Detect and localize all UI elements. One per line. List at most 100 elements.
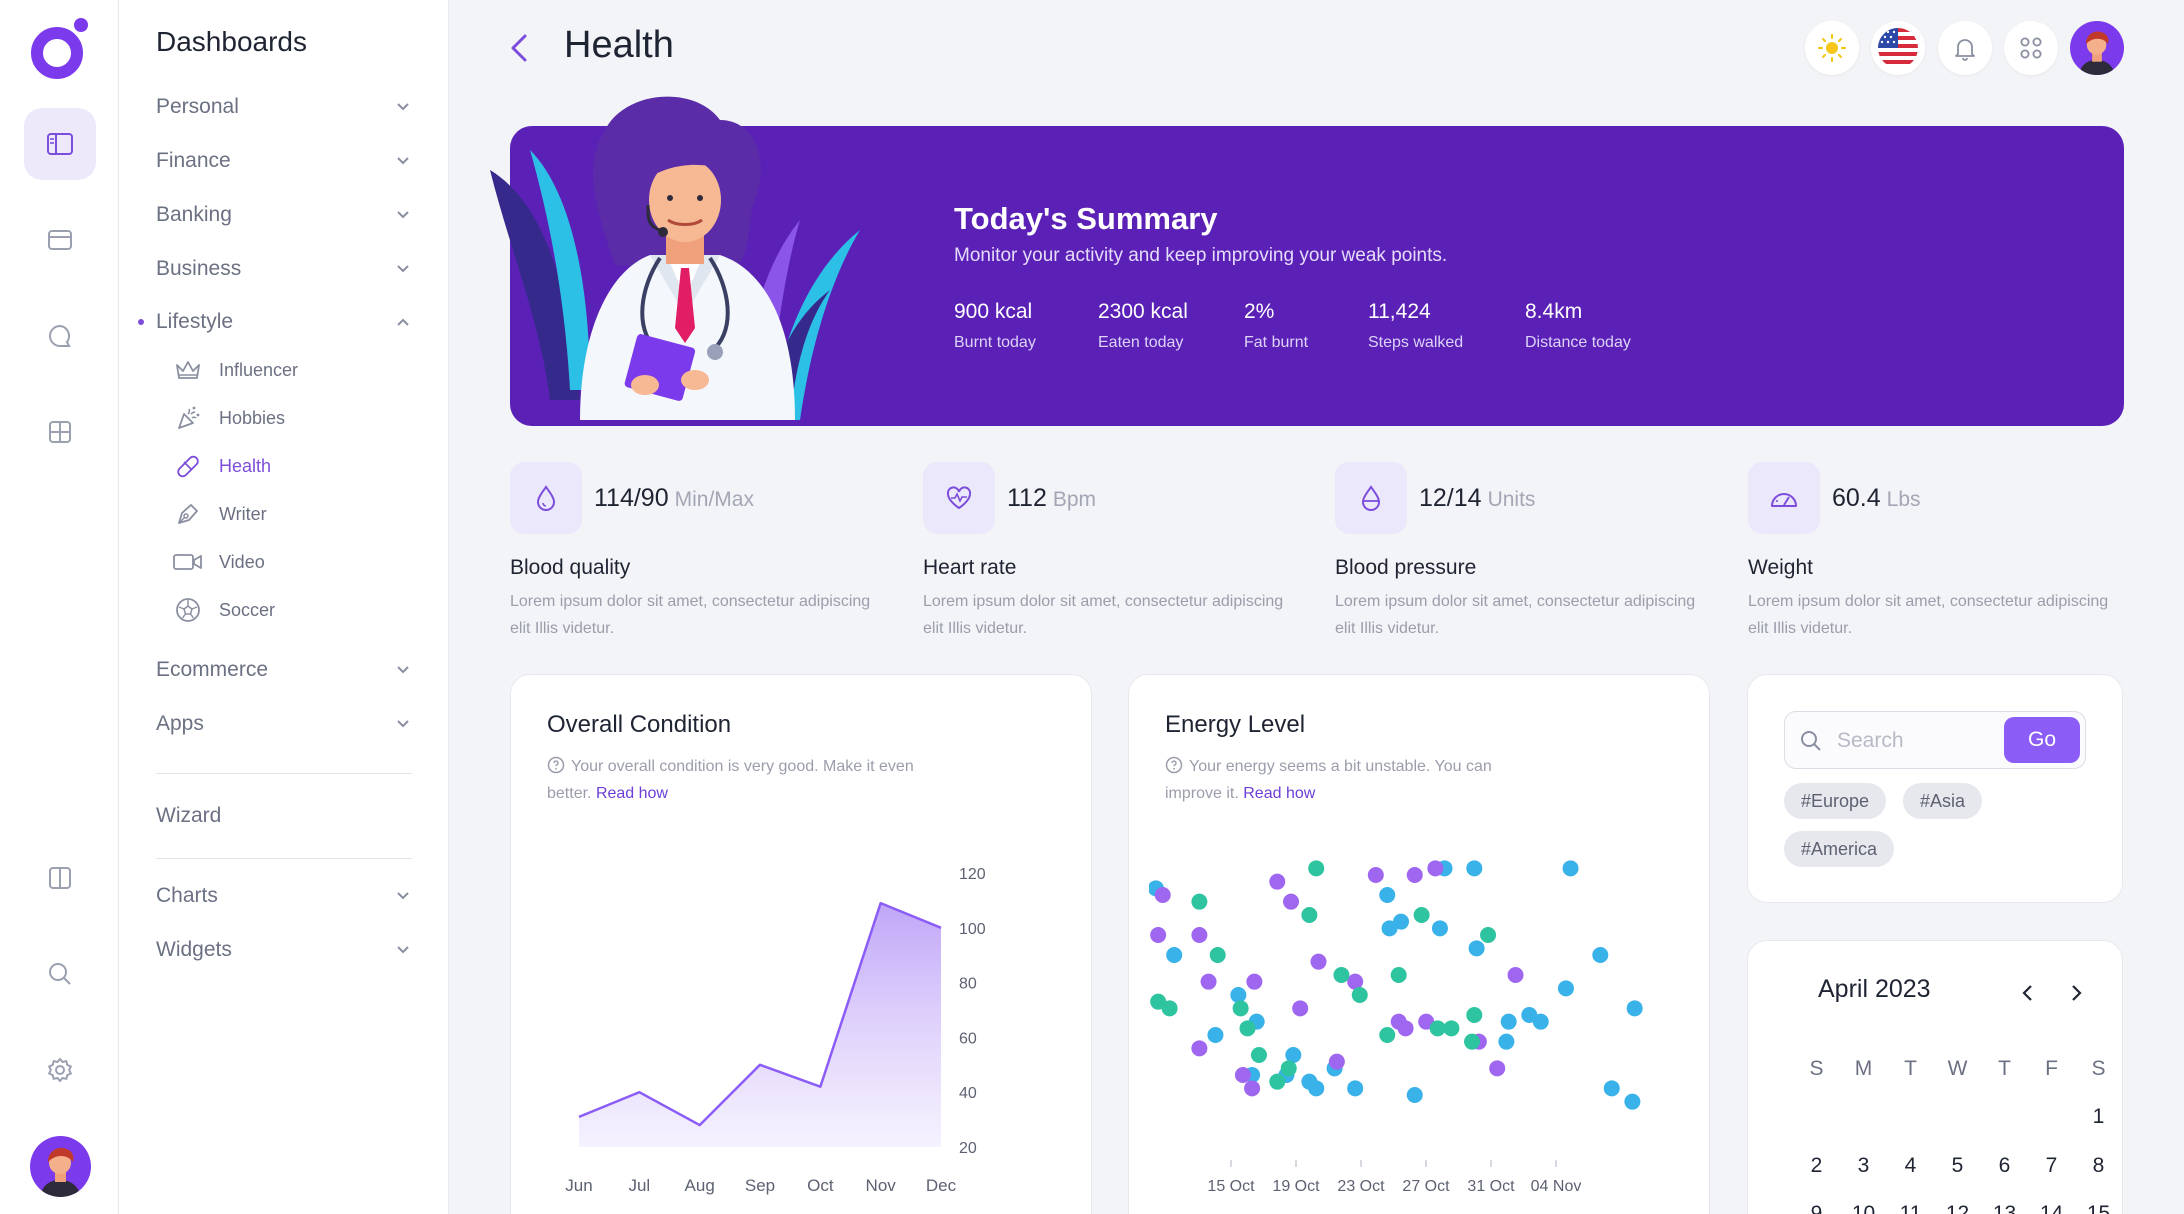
chevron-up-icon <box>394 313 412 331</box>
stat-eaten: 2300 kcal Eaten today <box>1098 300 1188 352</box>
apps-icon[interactable] <box>2004 21 2058 75</box>
stat-label: Distance today <box>1525 334 1631 351</box>
tag-europe[interactable]: #Europe <box>1784 783 1887 819</box>
submenu-item-writer[interactable]: Writer <box>173 497 267 531</box>
calendar-day[interactable]: 10 <box>1840 1202 1887 1214</box>
menu-item-personal[interactable]: Personal <box>156 89 412 125</box>
scatter-point <box>1397 1020 1414 1037</box>
chevron-right-icon[interactable] <box>2064 981 2088 1005</box>
grid-icon[interactable] <box>24 396 96 468</box>
scatter-point <box>1489 1060 1506 1077</box>
tag-america[interactable]: #America <box>1784 831 1895 867</box>
menu-divider <box>156 858 412 859</box>
columns-icon[interactable] <box>24 842 96 914</box>
submenu-item-hobbies[interactable]: Hobbies <box>173 401 285 435</box>
stat-value: 900 kcal <box>954 300 1033 323</box>
app-logo[interactable] <box>30 17 90 79</box>
scatter-point <box>1301 907 1318 923</box>
settings-icon[interactable] <box>24 1034 96 1106</box>
calendar-day[interactable]: 11 <box>1887 1202 1934 1214</box>
search-input[interactable] <box>1837 726 1997 756</box>
scatter-point <box>1557 980 1574 997</box>
submenu-item-label: Hobbies <box>219 407 286 428</box>
stat-steps: 11,424 Steps walked <box>1368 300 1463 352</box>
menu-divider <box>156 773 412 774</box>
calendar-day[interactable]: 13 <box>1981 1202 2028 1214</box>
y-tick-label: 120 <box>959 866 986 883</box>
scatter-point <box>1500 1013 1517 1030</box>
menu-item-lifestyle[interactable]: Lifestyle <box>138 304 412 340</box>
scatter-point <box>1347 1080 1364 1097</box>
dashboard-menu: Dashboards Personal Finance Banking Busi… <box>119 0 449 1214</box>
scatter-point <box>1431 920 1448 937</box>
metric-value: 112 <box>1007 484 1047 512</box>
submenu-item-video[interactable]: Video <box>173 545 265 579</box>
y-tick-label: 100 <box>959 921 986 938</box>
avatar[interactable] <box>2070 21 2124 75</box>
calendar-day[interactable]: 6 <box>1981 1154 2028 1178</box>
go-button[interactable]: Go <box>2004 717 2080 763</box>
scatter-point <box>1532 1013 1549 1030</box>
submenu-item-health[interactable]: Health <box>173 449 271 483</box>
menu-item-apps[interactable]: Apps <box>156 706 412 742</box>
scatter-point <box>1234 1067 1251 1083</box>
bell-icon[interactable] <box>1938 21 1992 75</box>
weekday-label: M <box>1854 1057 1873 1080</box>
stat-burnt: 900 kcal Burnt today <box>954 300 1036 352</box>
calendar-day[interactable]: 4 <box>1887 1154 1934 1178</box>
menu-item-label: Ecommerce <box>156 658 269 681</box>
menu-item-business[interactable]: Business <box>156 251 412 287</box>
sidebar-icon[interactable] <box>24 108 96 180</box>
calendar-day[interactable]: 3 <box>1840 1154 1887 1178</box>
submenu-item-label: Video <box>219 551 265 572</box>
read-how-link[interactable]: Read how <box>596 785 668 802</box>
stat-label: Burnt today <box>954 334 1036 351</box>
browser-icon[interactable] <box>24 204 96 276</box>
us-flag-icon[interactable] <box>1871 21 1925 75</box>
weekday-label: S <box>2091 1057 2106 1080</box>
menu-item-finance[interactable]: Finance <box>156 143 412 179</box>
submenu-item-label: Health <box>219 455 272 476</box>
menu-item-ecommerce[interactable]: Ecommerce <box>156 652 412 688</box>
scatter-point <box>1406 867 1423 883</box>
calendar-day[interactable]: 15 <box>2075 1202 2122 1214</box>
sun-icon[interactable] <box>1805 21 1859 75</box>
calendar-day[interactable]: 7 <box>2028 1154 2075 1178</box>
drop-icon <box>510 462 582 534</box>
menu-item-banking[interactable]: Banking <box>156 197 412 233</box>
metric-value: 60.4 <box>1832 484 1881 512</box>
scatter-point <box>1191 893 1208 910</box>
menu-item-wizard[interactable]: Wizard <box>156 798 412 834</box>
calendar-day[interactable]: 9 <box>1793 1202 1840 1214</box>
user-avatar[interactable] <box>30 1136 91 1197</box>
tag-asia[interactable]: #Asia <box>1903 783 1983 819</box>
read-how-link[interactable]: Read how <box>1243 785 1315 802</box>
chat-icon[interactable] <box>24 300 96 372</box>
x-tick-label: 27 Oct <box>1402 1178 1450 1195</box>
metric-blood-quality: 114/90 Min/Max Blood quality Lorem ipsum … <box>510 462 890 642</box>
weekday-label: S <box>1809 1057 1824 1080</box>
metric-unit: Units <box>1487 488 1536 511</box>
calendar-day[interactable]: 14 <box>2028 1202 2075 1214</box>
card-title: Overall Condition <box>547 711 732 738</box>
search-field[interactable]: Go <box>1784 711 2086 769</box>
chevron-left-icon[interactable] <box>2016 981 2040 1005</box>
calendar-day[interactable]: 2 <box>1793 1154 1840 1178</box>
calendar-day[interactable]: 1 <box>2075 1105 2122 1129</box>
metric-name: Blood pressure <box>1335 556 1477 579</box>
calendar-day[interactable]: 12 <box>1934 1202 1981 1214</box>
menu-item-widgets[interactable]: Widgets <box>156 932 412 968</box>
pill-icon <box>173 451 203 481</box>
y-tick-label: 80 <box>959 976 977 993</box>
search-icon[interactable] <box>24 938 96 1010</box>
chevron-down-icon <box>394 152 412 170</box>
calendar-day[interactable]: 5 <box>1934 1154 1981 1178</box>
menu-item-label: Lifestyle <box>156 310 234 333</box>
menu-item-charts[interactable]: Charts <box>156 878 412 914</box>
scatter-point <box>1292 1000 1309 1017</box>
back-icon[interactable] <box>505 30 533 66</box>
metric-unit: Min/Max <box>674 488 754 511</box>
submenu-item-influencer[interactable]: Influencer <box>173 353 298 387</box>
calendar-day[interactable]: 8 <box>2075 1154 2122 1178</box>
submenu-item-soccer[interactable]: Soccer <box>173 593 275 627</box>
